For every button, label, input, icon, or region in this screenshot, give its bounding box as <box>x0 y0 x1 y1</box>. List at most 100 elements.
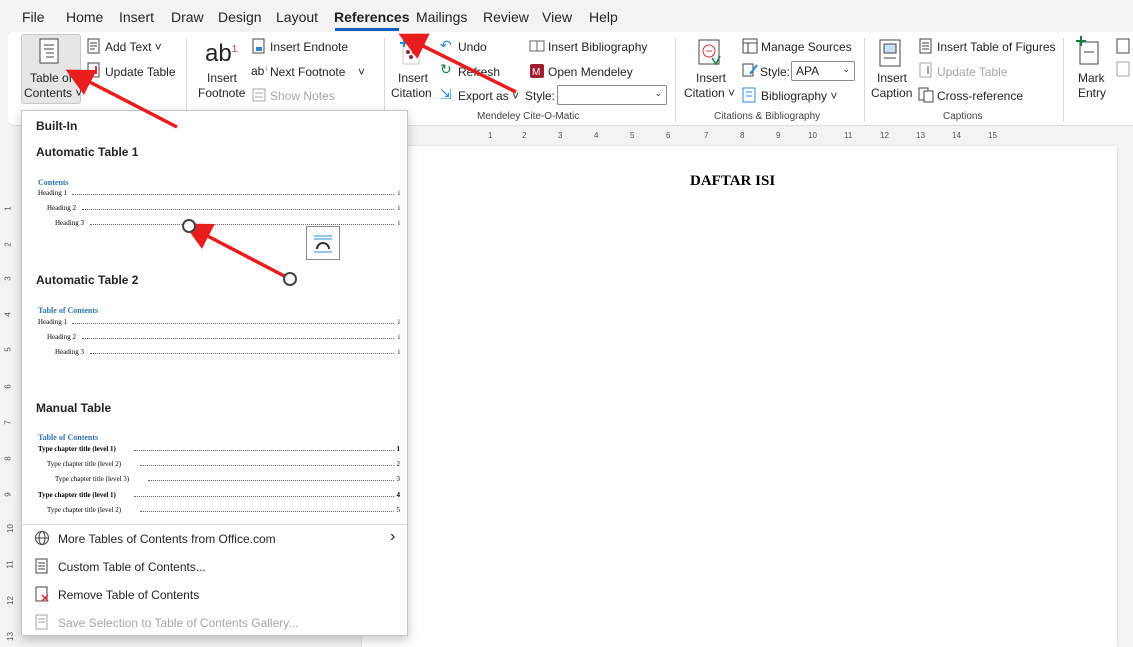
ruler-tick: 4 <box>3 312 13 317</box>
preview-line-page: 4 <box>396 491 401 499</box>
preview-line-page: i <box>398 204 400 212</box>
tab-mailings[interactable]: Mailings <box>416 9 467 25</box>
cross-reference-button[interactable]: Cross-reference <box>937 89 1023 103</box>
tab-help[interactable]: Help <box>589 9 618 25</box>
next-footnote-dropdown-arrow[interactable]: ˅ <box>358 65 365 79</box>
insert-footnote-line2[interactable]: Footnote <box>198 86 245 100</box>
tab-references[interactable]: References <box>334 9 410 25</box>
preview-line-page: i <box>398 333 400 341</box>
preview-line-text: Type chapter title (level 2) <box>47 460 122 468</box>
mendeley-insert-citation-line1[interactable]: Insert <box>398 71 428 85</box>
automatic-table-1-option[interactable]: Automatic Table 1 Contents Heading 1 i H… <box>22 137 407 265</box>
more-tables-of-contents-item[interactable]: More Tables of Contents from Office.com <box>58 532 276 546</box>
ruler-tick: 3 <box>3 276 13 281</box>
tab-file[interactable]: File <box>22 9 45 25</box>
ruler-tick: 1 <box>488 131 493 140</box>
custom-table-of-contents-item[interactable]: Custom Table of Contents... <box>58 560 206 574</box>
show-notes-button[interactable]: Show Notes <box>270 89 335 103</box>
document-title[interactable]: DAFTAR ISI <box>690 173 775 190</box>
insert-caption-line1[interactable]: Insert <box>877 71 907 85</box>
preview-line-text: Heading 3 <box>55 219 84 227</box>
preview-line: Heading 3 i <box>55 219 400 227</box>
citation-style-icon <box>742 63 758 77</box>
bibliography-button[interactable]: Bibliography ˅ <box>761 89 837 103</box>
add-text-button[interactable]: Add Text ˅ <box>105 40 162 54</box>
insert-citation-icon <box>698 39 721 66</box>
ruler-tick: 12 <box>5 596 15 605</box>
refresh-button[interactable]: Refresh <box>458 65 500 79</box>
save-selection-to-gallery-item[interactable]: Save Selection to Table of Contents Gall… <box>58 616 298 630</box>
document-page[interactable] <box>362 146 1117 647</box>
tab-view[interactable]: View <box>542 9 572 25</box>
tab-design[interactable]: Design <box>218 9 262 25</box>
mendeley-insert-citation-line2[interactable]: Citation <box>391 86 432 100</box>
preview-line-page: 3 <box>396 475 401 483</box>
leader-dots <box>90 219 394 225</box>
ribbon-separator <box>864 38 865 122</box>
insert-citation-line1[interactable]: Insert <box>696 71 726 85</box>
manage-sources-button[interactable]: Manage Sources <box>761 40 852 54</box>
insert-citation-line2[interactable]: Citation ˅ <box>684 86 735 100</box>
export-icon: ⇲ <box>440 86 452 102</box>
ruler-tick: 1 <box>3 206 13 211</box>
ruler-tick: 6 <box>3 384 13 389</box>
vertical-ruler[interactable]: 1 2 3 4 5 6 7 8 9 10 11 12 13 <box>0 140 22 647</box>
add-text-icon <box>87 38 100 54</box>
update-table-button[interactable]: Update Table <box>105 65 176 79</box>
ribbon-separator <box>1063 38 1064 122</box>
tab-insert[interactable]: Insert <box>119 9 154 25</box>
leader-dots <box>72 318 394 324</box>
preview-line: Type chapter title (level 3) 3 <box>55 475 400 483</box>
mark-entry-line2[interactable]: Entry <box>1078 86 1106 100</box>
update-table-icon <box>87 62 100 78</box>
toc-label-line2: Contents ˅ <box>24 86 83 100</box>
citation-style-value: APA <box>796 64 820 78</box>
horizontal-ruler[interactable]: 1 2 3 4 5 6 7 8 9 10 11 12 13 14 15 <box>410 129 1133 143</box>
preview-line-text: Heading 1 <box>38 189 67 197</box>
tab-layout[interactable]: Layout <box>276 9 318 25</box>
preview-line-page: 1 <box>396 445 401 453</box>
ribbon-separator <box>675 38 676 122</box>
undo-button[interactable]: Undo <box>458 40 487 54</box>
tab-review[interactable]: Review <box>483 9 529 25</box>
active-tab-indicator <box>335 28 399 31</box>
cross-reference-icon <box>918 87 934 103</box>
update-table-of-figures-button[interactable]: Update Table <box>937 65 1008 79</box>
export-as-button[interactable]: Export as ˅ <box>458 89 519 103</box>
automatic-table-2-option[interactable]: Automatic Table 2 Table of Contents Head… <box>22 267 407 391</box>
preview-line-text: Type chapter title (level 1) <box>38 491 116 499</box>
ruler-tick: 15 <box>988 131 997 140</box>
insert-bibliography-button[interactable]: Insert Bibliography <box>548 40 647 54</box>
tab-home[interactable]: Home <box>66 9 103 25</box>
ruler-tick: 7 <box>3 420 13 425</box>
preview-line: Type chapter title (level 2) 2 <box>47 460 400 468</box>
tab-draw[interactable]: Draw <box>171 9 204 25</box>
insert-table-of-figures-button[interactable]: Insert Table of Figures <box>937 40 1056 54</box>
insert-caption-line2[interactable]: Caption <box>871 86 912 100</box>
open-mendeley-button[interactable]: Open Mendeley <box>548 65 633 79</box>
preview-line: Heading 2 i <box>47 204 400 212</box>
insert-footnote-line1[interactable]: Insert <box>207 71 237 85</box>
undo-icon: ↶ <box>440 37 452 53</box>
citation-style-select[interactable]: APA ⌄ <box>791 61 855 81</box>
insert-endnote-button[interactable]: Insert Endnote <box>270 40 348 54</box>
mark-entry-line1[interactable]: Mark <box>1078 71 1105 85</box>
leader-dots <box>148 475 394 481</box>
next-footnote-button[interactable]: Next Footnote <box>270 65 345 79</box>
remove-table-of-contents-item[interactable]: Remove Table of Contents <box>58 588 199 602</box>
leader-dots <box>134 491 394 497</box>
ruler-tick: 3 <box>558 131 563 140</box>
open-mendeley-icon: M <box>530 64 544 78</box>
preview-line-page: 5 <box>396 506 401 514</box>
refresh-icon: ↻ <box>440 61 452 77</box>
svg-text:M: M <box>532 67 540 78</box>
manual-table-option[interactable]: Manual Table Table of Contents Type chap… <box>22 395 407 519</box>
preview-line: Heading 3 i <box>55 348 400 356</box>
preview-title: Contents <box>38 178 69 187</box>
ruler-tick: 9 <box>3 492 13 497</box>
leader-dots <box>72 189 394 195</box>
preview-line-page: i <box>398 189 400 197</box>
insert-table-of-figures-icon <box>919 38 932 54</box>
mendeley-style-select[interactable]: ⌄ <box>557 85 667 105</box>
ruler-tick: 2 <box>522 131 527 140</box>
